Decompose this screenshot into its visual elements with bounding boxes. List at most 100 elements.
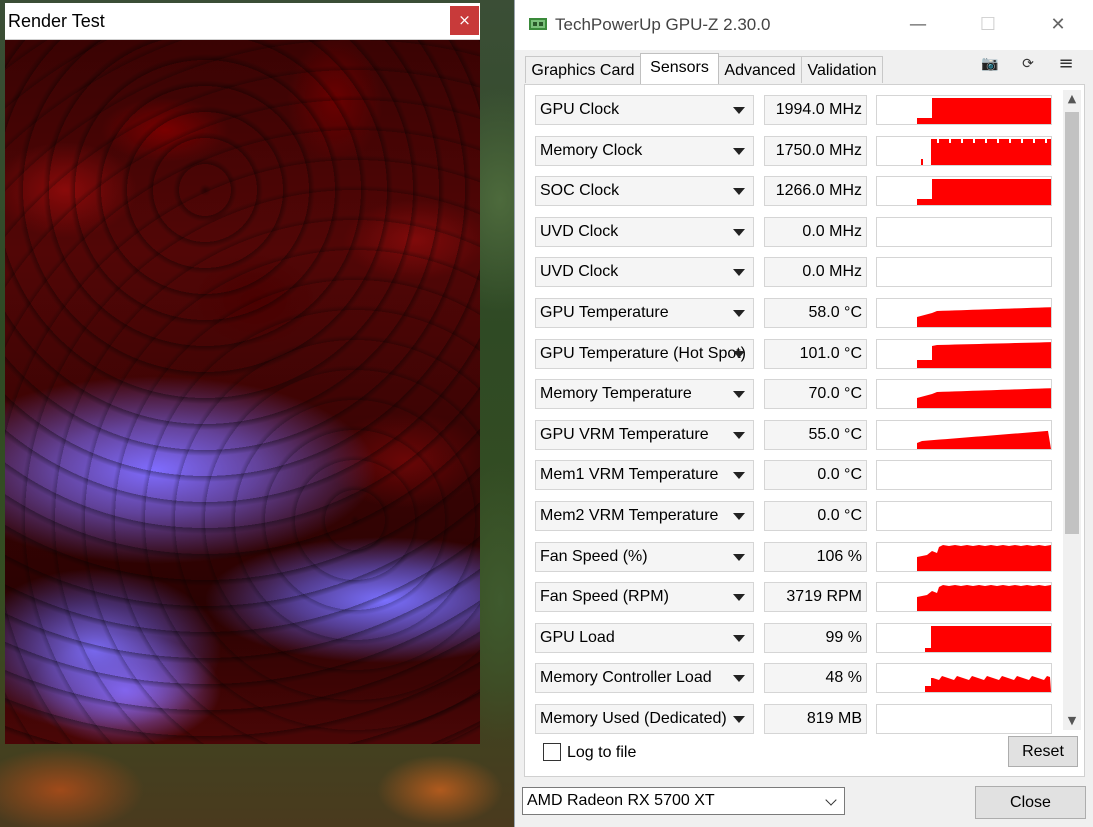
close-button[interactable]: Close bbox=[975, 786, 1086, 819]
sensor-graph-fill bbox=[917, 430, 1051, 449]
dropdown-arrow-icon[interactable] bbox=[733, 553, 745, 561]
sensor-graph bbox=[876, 257, 1052, 288]
sensor-name-select[interactable]: Fan Speed (RPM) bbox=[535, 582, 754, 613]
sensor-name: Fan Speed (RPM) bbox=[540, 588, 669, 606]
sensor-scrollbar[interactable]: ▲ ▼ bbox=[1063, 90, 1081, 730]
sensor-row: GPU Temperature 58.0 °C bbox=[535, 298, 1055, 328]
sensor-row: Mem2 VRM Temperature 0.0 °C bbox=[535, 501, 1055, 531]
sensor-graph bbox=[876, 460, 1052, 491]
sensor-graph-plot bbox=[917, 544, 1051, 571]
sensor-name-select[interactable]: GPU VRM Temperature bbox=[535, 419, 754, 450]
sensor-name-select[interactable]: Mem1 VRM Temperature bbox=[535, 460, 754, 491]
sensor-value: 101.0 °C bbox=[764, 338, 867, 369]
sensor-value: 70.0 °C bbox=[764, 379, 867, 410]
dropdown-arrow-icon[interactable] bbox=[733, 350, 745, 358]
sensor-graph-plot bbox=[917, 388, 1051, 409]
refresh-icon[interactable]: ⟳ bbox=[1017, 55, 1039, 73]
sensor-graph bbox=[876, 704, 1052, 734]
sensor-value: 1750.0 MHz bbox=[764, 135, 867, 166]
sensor-row: GPU Temperature (Hot Spot) 101.0 °C bbox=[535, 338, 1055, 369]
sensor-value: 1994.0 MHz bbox=[764, 95, 867, 125]
sensor-row: Mem1 VRM Temperature 0.0 °C bbox=[535, 460, 1055, 491]
log-to-file-label[interactable]: Log to file bbox=[567, 744, 636, 762]
sensor-graph bbox=[876, 338, 1052, 369]
device-select[interactable]: AMD Radeon RX 5700 XT bbox=[522, 787, 845, 815]
sensor-row: Memory Controller Load 48 % bbox=[535, 663, 1055, 694]
sensor-row: UVD Clock 0.0 MHz bbox=[535, 257, 1055, 288]
minimize-button[interactable]: — bbox=[895, 8, 941, 42]
render-test-titlebar[interactable]: Render Test × bbox=[5, 3, 480, 40]
dropdown-arrow-icon[interactable] bbox=[733, 594, 745, 602]
sensor-name-select[interactable]: Fan Speed (%) bbox=[535, 541, 754, 572]
scroll-down-icon[interactable]: ▼ bbox=[1063, 712, 1081, 730]
sensor-name: GPU Clock bbox=[540, 101, 620, 118]
sensor-name-select[interactable]: Memory Controller Load bbox=[535, 663, 754, 694]
sensor-value: 48 % bbox=[764, 663, 867, 694]
reset-button[interactable]: Reset bbox=[1008, 736, 1078, 767]
dropdown-arrow-icon[interactable] bbox=[733, 147, 745, 155]
render-test-close-button[interactable]: × bbox=[450, 6, 479, 35]
sensor-name-select[interactable]: UVD Clock bbox=[535, 257, 754, 288]
dropdown-arrow-icon[interactable] bbox=[733, 513, 745, 520]
sensor-value: 819 MB bbox=[764, 704, 867, 734]
sensor-name: Fan Speed (%) bbox=[540, 547, 648, 565]
sensor-name: Memory Used (Dedicated) bbox=[540, 710, 727, 727]
dropdown-arrow-icon[interactable] bbox=[733, 431, 745, 439]
sensor-name-select[interactable]: SOC Clock bbox=[535, 176, 754, 207]
gpuz-window: TechPowerUp GPU-Z 2.30.0 — ☐ ✕ Graphics … bbox=[514, 0, 1093, 827]
sensor-graph-plot bbox=[917, 341, 1051, 368]
sensor-graph-plot bbox=[917, 430, 1051, 449]
close-window-button[interactable]: ✕ bbox=[1035, 8, 1081, 42]
tab-graphics-card[interactable]: Graphics Card bbox=[525, 56, 641, 83]
sensor-graph bbox=[876, 419, 1052, 450]
sensor-value: 106 % bbox=[764, 541, 867, 572]
sensor-value: 3719 RPM bbox=[764, 582, 867, 613]
sensor-graph-fill bbox=[925, 676, 1051, 693]
dropdown-arrow-icon[interactable] bbox=[733, 269, 745, 277]
sensor-row: SOC Clock 1266.0 MHz bbox=[535, 176, 1055, 207]
sensor-row: Memory Temperature 70.0 °C bbox=[535, 379, 1055, 410]
sensor-graph bbox=[876, 176, 1052, 207]
dropdown-arrow-icon[interactable] bbox=[733, 675, 745, 683]
sensor-value: 0.0 °C bbox=[764, 501, 867, 531]
dropdown-arrow-icon[interactable] bbox=[733, 391, 745, 399]
sensor-name: GPU Temperature bbox=[540, 304, 669, 321]
dropdown-arrow-icon[interactable] bbox=[733, 716, 745, 723]
camera-icon[interactable]: 📷 bbox=[979, 55, 1001, 73]
scroll-thumb[interactable] bbox=[1065, 112, 1079, 534]
sensor-name-select[interactable]: Memory Temperature bbox=[535, 379, 754, 410]
tab-sensors[interactable]: Sensors bbox=[640, 53, 719, 84]
dropdown-arrow-icon[interactable] bbox=[733, 310, 745, 317]
sensor-name: UVD Clock bbox=[540, 222, 619, 240]
tab-advanced[interactable]: Advanced bbox=[718, 56, 802, 83]
sensor-name-select[interactable]: GPU Load bbox=[535, 622, 754, 653]
sensor-name-select[interactable]: GPU Clock bbox=[535, 95, 754, 125]
render-test-title: Render Test bbox=[8, 11, 105, 31]
sensor-name: SOC Clock bbox=[540, 182, 620, 200]
gpuz-titlebar[interactable]: TechPowerUp GPU-Z 2.30.0 — ☐ ✕ bbox=[515, 0, 1093, 50]
dropdown-arrow-icon[interactable] bbox=[733, 107, 745, 114]
tab-validation[interactable]: Validation bbox=[801, 56, 883, 83]
scroll-up-icon[interactable]: ▲ bbox=[1063, 90, 1081, 108]
sensor-name-select[interactable]: Memory Used (Dedicated) bbox=[535, 704, 754, 734]
sensor-name-select[interactable]: Memory Clock bbox=[535, 135, 754, 166]
log-to-file-checkbox[interactable] bbox=[543, 743, 561, 761]
sensor-name-select[interactable]: GPU Temperature (Hot Spot) bbox=[535, 338, 754, 369]
sensor-name-select[interactable]: Mem2 VRM Temperature bbox=[535, 501, 754, 531]
sensor-row: Fan Speed (RPM) 3719 RPM bbox=[535, 582, 1055, 613]
dropdown-arrow-icon[interactable] bbox=[733, 634, 745, 642]
sensor-graph-plot bbox=[917, 98, 1051, 124]
render-canvas bbox=[5, 40, 480, 744]
sensor-value: 58.0 °C bbox=[764, 298, 867, 328]
maximize-button[interactable]: ☐ bbox=[965, 8, 1011, 42]
dropdown-arrow-icon[interactable] bbox=[733, 472, 745, 480]
dropdown-arrow-icon[interactable] bbox=[733, 228, 745, 236]
menu-icon[interactable]: ≡ bbox=[1055, 55, 1077, 73]
sensor-graph-fill bbox=[925, 625, 1051, 652]
render-test-window: Render Test × bbox=[5, 3, 480, 744]
sensor-name-select[interactable]: UVD Clock bbox=[535, 216, 754, 247]
sensor-row: Memory Clock 1750.0 MHz bbox=[535, 135, 1055, 166]
sensor-name-select[interactable]: GPU Temperature bbox=[535, 298, 754, 328]
dropdown-arrow-icon[interactable] bbox=[733, 188, 745, 196]
sensor-graph-fill bbox=[917, 98, 1051, 124]
